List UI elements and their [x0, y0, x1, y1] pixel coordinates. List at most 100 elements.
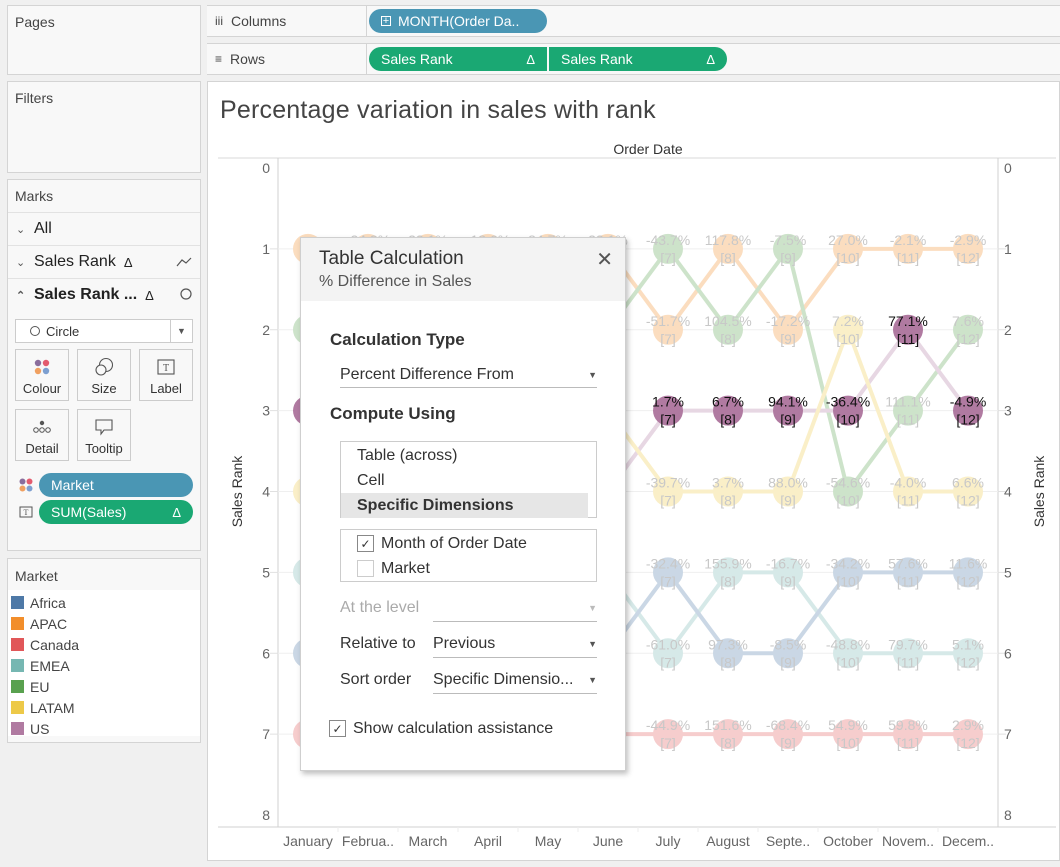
marks-row-sales-rank-circle[interactable]: ⌃ Sales Rank ... Δ [8, 278, 200, 311]
month-index-label-us: [7] [660, 412, 676, 428]
tooltip-button[interactable]: Tooltip [77, 409, 131, 461]
pages-card[interactable]: Pages [7, 5, 201, 75]
legend-item-apac[interactable]: APAC [8, 613, 200, 634]
sort-order-dropdown[interactable]: Specific Dimensio... ▼ [433, 666, 597, 694]
data-label-canada: 151.6% [704, 717, 751, 733]
data-label-africa: -32.4% [646, 555, 690, 571]
legend-item-canada[interactable]: Canada [8, 634, 200, 655]
size-button[interactable]: Size [77, 349, 131, 401]
data-label-canada: -44.9% [646, 717, 690, 733]
compute-option-table-across[interactable]: Table (across) [341, 443, 596, 468]
y-tick-label-right: 5 [1004, 564, 1012, 580]
checkbox-checked-icon[interactable]: ✓ [357, 535, 374, 552]
legend-item-africa[interactable]: Africa [8, 592, 200, 613]
legend-swatch [11, 638, 24, 651]
at-the-level-row: At the level ▼ [340, 594, 597, 622]
tooltip-label: Tooltip [85, 441, 123, 456]
data-label-apac: 27.0% [828, 232, 868, 248]
x-tick-label: May [535, 833, 561, 849]
month-index-label-eu: [7] [660, 250, 676, 266]
at-the-level-label: At the level [340, 599, 420, 616]
checkbox-checked-icon[interactable]: ✓ [329, 720, 346, 737]
dimension-label: Month of Order Date [381, 534, 527, 552]
y-tick-label-left: 0 [262, 160, 270, 176]
dimension-market[interactable]: Market [341, 556, 596, 581]
delta-icon: Δ [145, 287, 154, 303]
y-tick-label-left: 7 [262, 726, 270, 742]
month-index-label-emea: [8] [720, 573, 736, 589]
month-index-label-canada: [8] [720, 735, 736, 751]
market-pill[interactable]: Market [39, 473, 193, 497]
columns-shelf-label: iii Columns [207, 6, 367, 36]
month-index-label-africa: [11] [897, 573, 919, 589]
mark-type-value: Circle [46, 323, 80, 339]
colour-button[interactable]: Colour [15, 349, 69, 401]
month-index-label-latam: [10] [836, 331, 859, 347]
legend-label: Africa [30, 594, 66, 611]
data-label-apac: -2.9% [950, 232, 987, 248]
data-label-apac: -51.7% [646, 313, 690, 329]
show-calculation-assistance[interactable]: ✓ Show calculation assistance [313, 716, 553, 741]
x-tick-label: Decem.. [942, 833, 994, 849]
month-index-label-latam: [11] [897, 493, 919, 509]
close-icon[interactable]: ✕ [596, 247, 613, 272]
rows-shelf-label: ≡ Rows [207, 44, 367, 74]
dimension-label: Market [381, 559, 430, 577]
x-tick-label: July [656, 833, 681, 849]
month-index-label-us: [8] [720, 412, 736, 428]
data-label-us: 6.7% [712, 394, 744, 410]
month-index-label-africa: [9] [780, 654, 796, 670]
delta-icon: Δ [172, 504, 181, 520]
sort-order-label: Sort order [340, 671, 412, 688]
chevron-up-icon: ⌃ [16, 289, 26, 302]
legend-item-eu[interactable]: EU [8, 676, 200, 697]
detail-icon [32, 415, 52, 439]
month-index-label-apac: [8] [720, 250, 736, 266]
data-label-eu: 111.1% [885, 394, 930, 410]
dimension-month-of-order-date[interactable]: ✓ Month of Order Date [341, 531, 596, 556]
calculation-type-dropdown[interactable]: Percent Difference From ▼ [340, 362, 597, 388]
label-icon: T [15, 506, 37, 518]
marks-row-sales-rank-line[interactable]: ⌄ Sales Rank Δ [8, 245, 200, 278]
month-index-label-latam: [8] [720, 493, 736, 509]
relative-to-dropdown[interactable]: Previous ▼ [433, 630, 597, 658]
month-index-label-emea: [10] [836, 654, 859, 670]
legend-item-latam[interactable]: LATAM [8, 697, 200, 718]
chevron-down-icon: ⌄ [16, 223, 26, 236]
data-label-canada: 59.8% [888, 717, 928, 733]
compute-using-list[interactable]: Table (across) Cell Specific Dimensions [340, 441, 597, 518]
legend-label: US [30, 720, 50, 737]
legend-item-us[interactable]: US [8, 718, 200, 739]
sales-rank-pill-1[interactable]: Sales Rank Δ [369, 47, 547, 71]
table-calculation-dialog: Table Calculation % Difference in Sales … [300, 237, 626, 771]
legend-item-emea[interactable]: EMEA [8, 655, 200, 676]
legend-swatch [11, 659, 24, 672]
checkbox-unchecked-icon[interactable] [357, 560, 374, 577]
marks-row-all[interactable]: ⌄ All [8, 212, 200, 245]
circle-icon [30, 326, 40, 336]
data-label-emea: 155.9% [704, 555, 751, 571]
x-tick-label: August [706, 833, 750, 849]
sort-order-value: Specific Dimensio... [433, 670, 574, 688]
y-axis-title-left: Sales Rank [229, 455, 245, 528]
compute-option-cell[interactable]: Cell [341, 468, 596, 493]
sales-rank-pill-label: Sales Rank [381, 51, 453, 67]
mark-type-dropdown[interactable]: Circle ▼ [15, 319, 193, 343]
data-label-apac: 117.8% [705, 232, 751, 248]
sales-rank-pill-2[interactable]: Sales Rank Δ [549, 47, 727, 71]
month-index-label-africa: [10] [836, 573, 859, 589]
month-index-label-eu: [12] [956, 331, 979, 347]
month-index-label-apac: [12] [956, 250, 979, 266]
month-order-date-pill[interactable]: + MONTH(Order Da.. [369, 9, 547, 33]
legend-swatch [11, 701, 24, 714]
size-icon [94, 355, 114, 379]
columns-icon: iii [215, 14, 223, 28]
compute-option-specific-dimensions[interactable]: Specific Dimensions [341, 493, 588, 518]
marks-row-label: All [34, 220, 52, 237]
sum-sales-pill[interactable]: SUM(Sales) Δ [39, 500, 193, 524]
filters-card[interactable]: Filters [7, 81, 201, 173]
label-button[interactable]: T Label [139, 349, 193, 401]
data-label-emea: 5.1% [952, 636, 984, 652]
month-index-label-latam: [9] [780, 493, 796, 509]
detail-button[interactable]: Detail [15, 409, 69, 461]
